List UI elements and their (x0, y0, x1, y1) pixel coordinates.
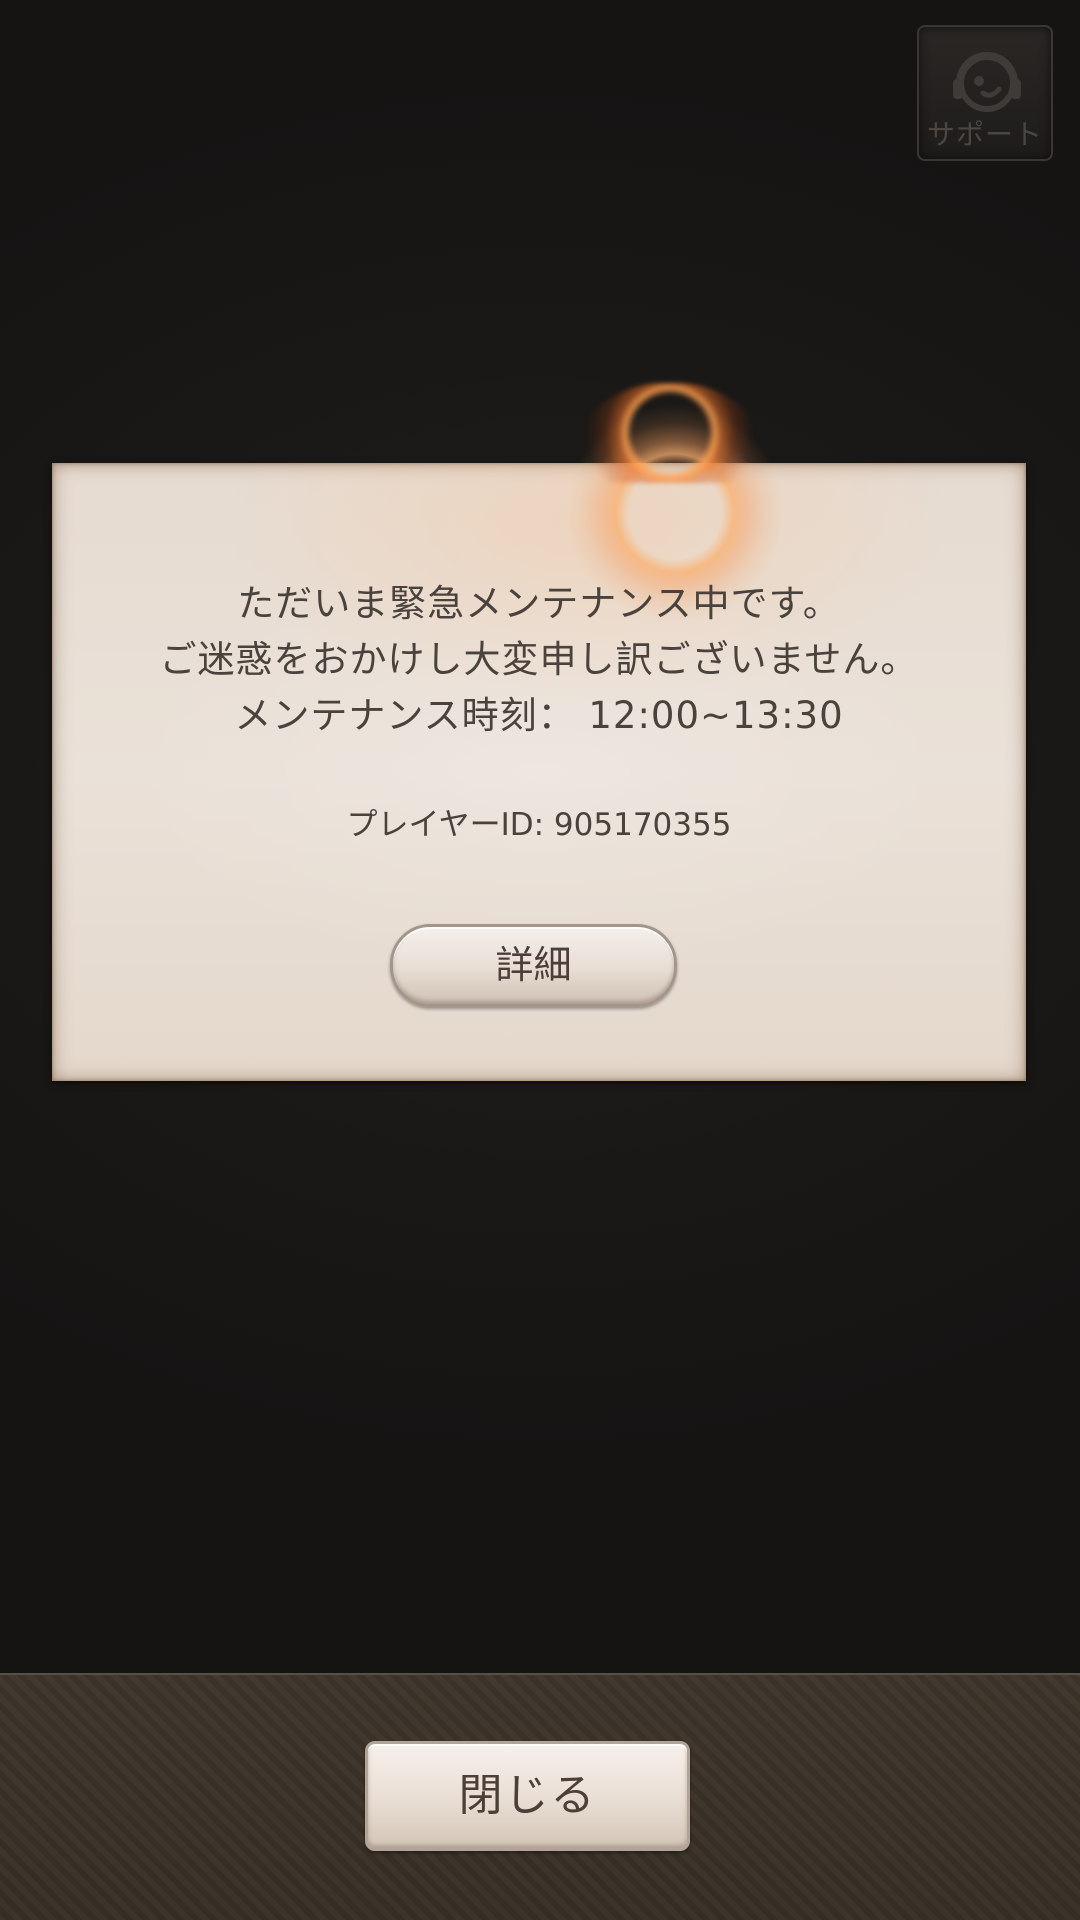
detail-button[interactable]: 詳細 (390, 924, 677, 1007)
player-id: プレイヤーID: 905170355 (346, 807, 732, 843)
bottom-bar: 閉じる (0, 1673, 1080, 1920)
maintenance-dialog: ただいま緊急メンテナンス中です。 ご迷惑をおかけし大変申し訳ございません。 メン… (52, 403, 1026, 1081)
support-label: サポート (926, 118, 1043, 151)
maintenance-screen: サポート ただいま緊急メンテナンス中です。 ご迷惑をおかけし大変申し訳ございませ… (0, 0, 1080, 1920)
glow-ring-top (563, 383, 777, 483)
support-button[interactable]: サポート (917, 25, 1053, 161)
maintenance-message-line2: ご迷惑をおかけし大変申し訳ございません。 (159, 638, 919, 681)
maintenance-time: メンテナンス時刻： 12:00~13:30 (234, 694, 844, 737)
close-button[interactable]: 閉じる (365, 1741, 690, 1851)
headset-support-icon (953, 52, 1021, 112)
maintenance-message-line1: ただいま緊急メンテナンス中です。 (237, 582, 841, 625)
